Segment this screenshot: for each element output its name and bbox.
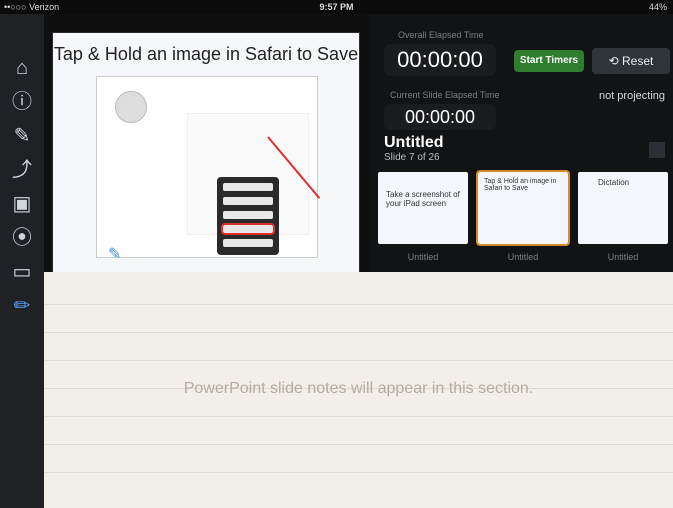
thumb-caption: Untitled <box>607 252 639 262</box>
menu-item-save-image <box>221 223 275 235</box>
pen-icon[interactable]: ✏ <box>8 292 36 320</box>
thumb-caption: Untitled <box>507 252 539 262</box>
slide-thumbnail-selected[interactable]: Tap & Hold an image in Safari to Save Un… <box>476 170 570 262</box>
home-icon[interactable]: ⌂ <box>8 54 36 82</box>
reset-label: Reset <box>622 54 654 68</box>
battery-label: 44% <box>648 2 667 12</box>
slide-pen-icon[interactable]: ✎ <box>108 244 126 263</box>
reset-button[interactable]: ⟲ Reset <box>592 48 670 74</box>
deck-title: Untitled <box>384 134 444 151</box>
grid-view-icon[interactable] <box>649 142 665 158</box>
wikipedia-logo <box>115 91 147 123</box>
overall-time-label: Overall Elapsed Time <box>398 30 484 40</box>
current-slide-area: Tap & Hold an image in Safari to Save ✎ <box>44 14 368 274</box>
broadcast-icon[interactable]: ⦿ <box>8 224 36 252</box>
menu-item <box>223 239 273 247</box>
clock-label: 9:57 PM <box>319 2 354 12</box>
screen-icon[interactable]: ▭ <box>8 258 36 286</box>
safari-screenshot <box>96 76 321 258</box>
start-timers-button[interactable]: Start Timers <box>514 50 584 72</box>
info-icon[interactable]: ⓘ <box>8 88 36 116</box>
thumb-text: Tap & Hold an image in Safari to Save <box>484 178 557 192</box>
notes-area[interactable]: PowerPoint slide notes will appear in th… <box>44 272 673 508</box>
menu-item <box>223 183 273 191</box>
deck-subtitle: Slide 7 of 26 <box>384 152 440 163</box>
thumb-text: Take a screenshot of your iPad screen <box>386 190 460 208</box>
thumb-text: Dictation <box>598 178 630 187</box>
slide-thumbnail[interactable]: Dictation Untitled <box>578 172 668 262</box>
slide-thumbnail[interactable]: Take a screenshot of your iPad screen Un… <box>378 172 468 262</box>
overall-timer: 00:00:00 <box>384 44 496 76</box>
share-icon[interactable]: ⤴ <box>8 156 36 184</box>
menu-item <box>223 197 273 205</box>
current-slide-timer: 00:00:00 <box>384 104 496 130</box>
current-slide: Tap & Hold an image in Safari to Save ✎ <box>52 32 360 274</box>
left-sidebar: ⌂ ⓘ ✎ ⤴ ▣ ⦿ ▭ ✏ <box>0 14 44 508</box>
edit-icon[interactable]: ✎ <box>8 122 36 150</box>
context-menu <box>217 177 279 255</box>
slide-title: Tap & Hold an image in Safari to Save <box>53 44 359 64</box>
menu-item <box>223 211 273 219</box>
notes-placeholder: PowerPoint slide notes will appear in th… <box>183 380 534 397</box>
thumb-caption: Untitled <box>407 252 439 262</box>
projector-icon[interactable]: ▣ <box>8 190 36 218</box>
timer-panel: Overall Elapsed Time 00:00:00 Current Sl… <box>370 14 673 272</box>
projection-status: not projecting <box>598 90 665 102</box>
current-slide-time-label: Current Slide Elapsed Time <box>390 90 500 100</box>
status-bar: ••○○○ Verizon 9:57 PM 44% <box>0 0 673 14</box>
